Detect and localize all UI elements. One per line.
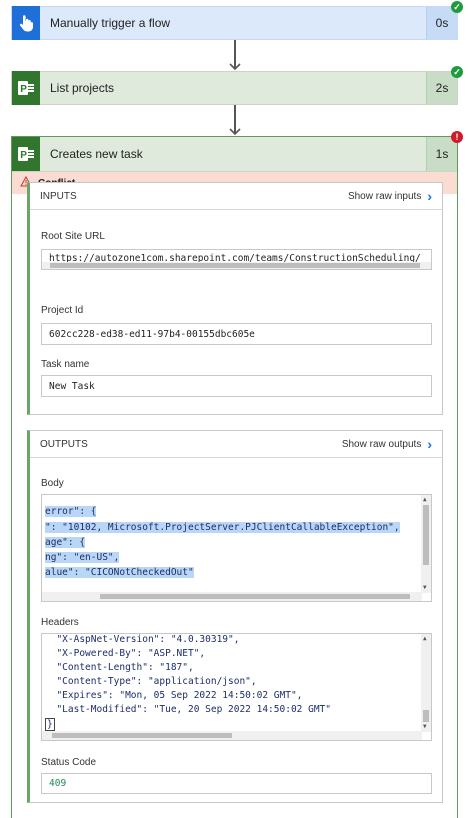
json-line: age": { [45, 537, 86, 548]
step-manual-trigger[interactable]: Manually trigger a flow 0s [11, 6, 458, 40]
headers-json-viewer[interactable]: "X-AspNet-Version": "4.0.30319", "X-Powe… [41, 633, 432, 741]
flow-arrow [229, 40, 241, 71]
error-exclamation-icon: ! [451, 131, 463, 143]
task-name-label: Task name [41, 359, 90, 370]
horizontal-scrollbar[interactable] [42, 592, 422, 601]
step-title: Creates new task [50, 147, 143, 161]
success-check-icon: ✓ [451, 66, 463, 78]
flow-arrow [229, 105, 241, 136]
project-app-icon: P [12, 71, 40, 105]
step-header[interactable]: P Creates new task 1s [12, 137, 457, 172]
success-check-icon: ✓ [451, 1, 463, 13]
root-site-label: Root Site URL [41, 231, 105, 242]
json-line: "X-Powered-By": "ASP.NET", [45, 648, 206, 659]
json-line: "Content-Type": "application/json", [45, 676, 257, 687]
json-line: ": "10102, Microsoft.ProjectServer.PJCli… [45, 522, 400, 533]
json-line: alue": "CICONotCheckedOut" [45, 567, 194, 578]
horizontal-scrollbar[interactable] [42, 731, 422, 740]
outputs-header: OUTPUTS Show raw outputs › [30, 431, 442, 458]
step-duration: 1s [426, 137, 457, 171]
project-app-icon: P [12, 137, 40, 171]
inputs-heading: INPUTS [40, 190, 77, 202]
show-raw-outputs-link[interactable]: Show raw outputs [342, 439, 422, 450]
json-line: "Last-Modified": "Tue, 20 Sep 2022 14:50… [45, 704, 331, 715]
step-title: List projects [50, 81, 115, 95]
project-id-field[interactable]: 602cc228-ed38-ed11-97b4-00155dbc605e [41, 323, 432, 345]
show-raw-inputs-link[interactable]: Show raw inputs [348, 191, 421, 202]
task-name-field[interactable]: New Task [41, 375, 432, 397]
step-creates-new-task: P Creates new task 1s Conflict. INPUTS S… [11, 136, 458, 818]
body-label: Body [41, 478, 64, 489]
headers-label: Headers [41, 617, 79, 628]
step-list-projects[interactable]: P List projects 2s [11, 71, 458, 105]
chevron-right-icon[interactable]: › [427, 436, 432, 452]
json-line: "Content-Length": "187", [45, 662, 194, 673]
json-line: ng": "en-US", [45, 552, 120, 563]
outputs-heading: OUTPUTS [40, 438, 88, 450]
status-code-field[interactable]: 409 [41, 773, 432, 794]
horizontal-scrollbar[interactable] [42, 262, 431, 269]
body-json-viewer[interactable]: error": { ": "10102, Microsoft.ProjectSe… [41, 494, 432, 602]
project-id-label: Project Id [41, 305, 84, 316]
status-code-label: Status Code [41, 757, 97, 768]
svg-text:P: P [20, 84, 27, 95]
json-line: error": { [45, 506, 97, 517]
chevron-right-icon[interactable]: › [427, 188, 432, 204]
inputs-header: INPUTS Show raw inputs › [30, 183, 442, 210]
json-line: "X-AspNet-Version": "4.0.30319", [45, 634, 240, 645]
json-line: "Expires": "Mon, 05 Sep 2022 14:50:02 GM… [45, 690, 303, 701]
json-line: } [45, 718, 55, 731]
step-title: Manually trigger a flow [50, 16, 171, 30]
svg-text:P: P [20, 150, 27, 161]
vertical-scrollbar[interactable]: ▲ ▼ [421, 634, 431, 732]
inputs-panel: INPUTS Show raw inputs › Root Site URL h… [27, 182, 443, 415]
vertical-scrollbar[interactable]: ▲ ▼ [421, 495, 431, 593]
outputs-panel: OUTPUTS Show raw outputs › Body error": … [27, 430, 443, 803]
hand-pointer-icon [12, 6, 40, 40]
